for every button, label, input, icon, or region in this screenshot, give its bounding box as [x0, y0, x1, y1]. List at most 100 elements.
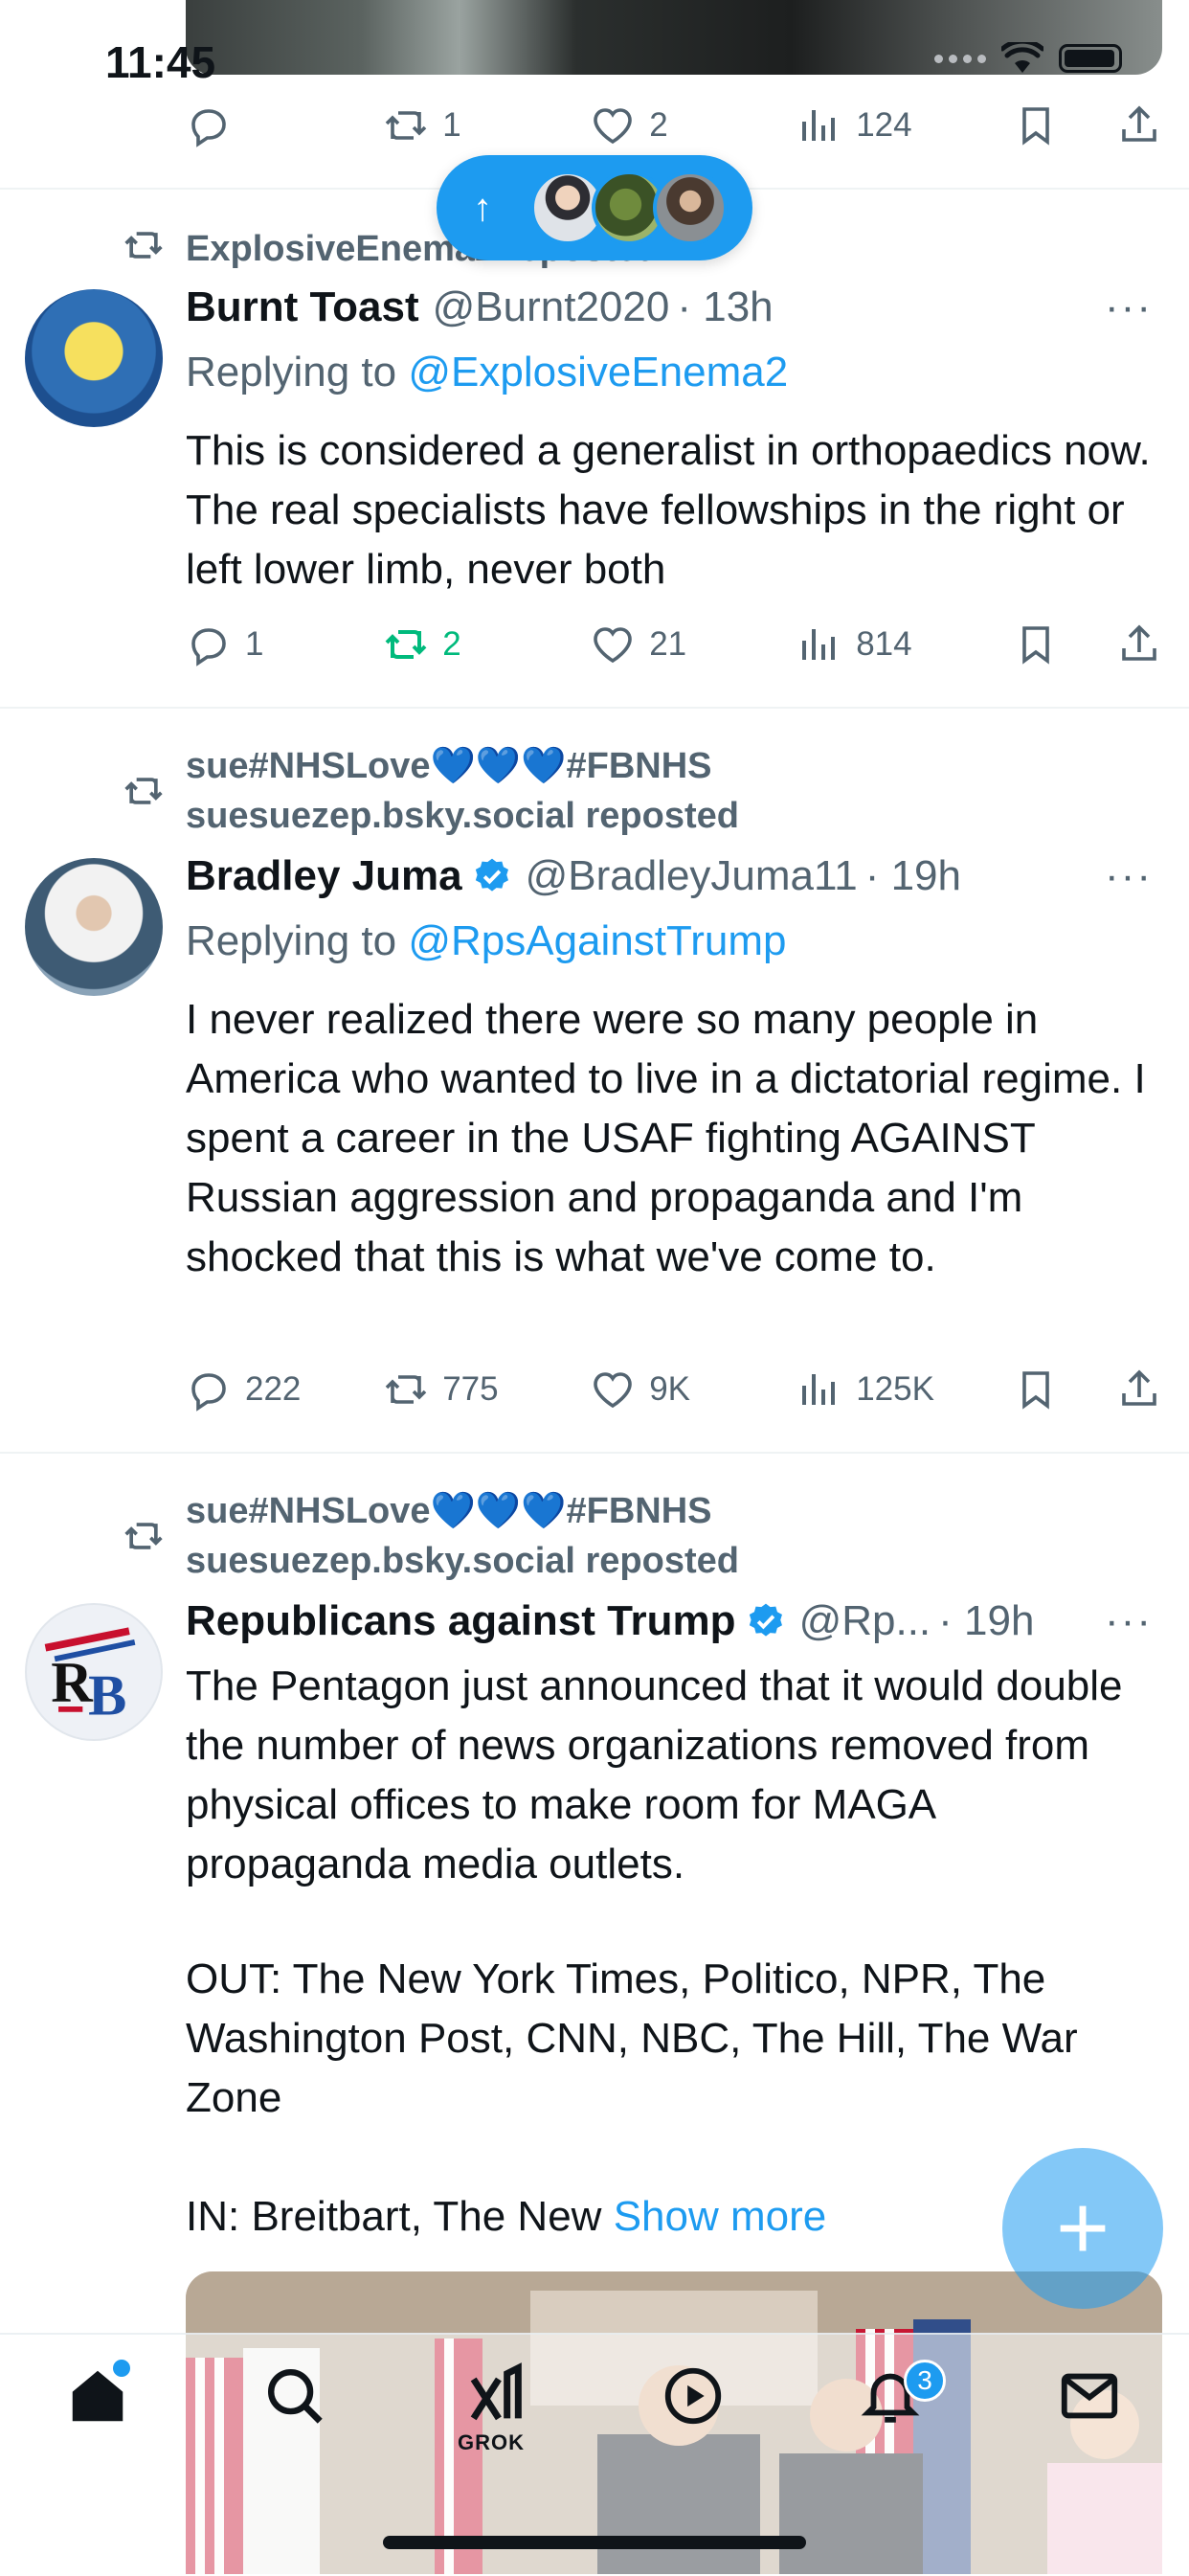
replying-to: Replying to @ExplosiveEnema2 [186, 349, 788, 396]
verified-icon [475, 858, 508, 892]
like-icon [594, 108, 632, 145]
retweet-icon [385, 111, 427, 140]
like-icon [594, 627, 632, 664]
avatar[interactable]: R B [25, 1603, 163, 1741]
tweet-actions: 222 775 9K 125K [186, 1366, 1162, 1413]
reposter-name: sue#NHSLove [186, 746, 431, 786]
reply-count: 1 [245, 625, 264, 663]
views-icon [802, 629, 836, 660]
display-name[interactable]: Bradley Juma [186, 852, 462, 900]
arrow-up-icon: ↑ [473, 186, 492, 229]
handle[interactable]: @Burnt2020 [433, 283, 670, 331]
retweet-count: 775 [442, 1370, 499, 1408]
share-button[interactable] [1116, 1367, 1162, 1412]
more-icon[interactable]: ··· [1105, 1597, 1153, 1645]
replying-to-link[interactable]: @ExplosiveEnema2 [408, 349, 788, 395]
timestamp: · 13h [677, 283, 774, 330]
retweet-icon [123, 770, 165, 822]
bookmark-icon [1022, 626, 1049, 665]
display-name[interactable]: Republicans against Trump [186, 1597, 736, 1645]
reply-count: 222 [245, 1370, 302, 1408]
repost-by: suesuezep.bsky.social reposted [186, 796, 739, 836]
signal-icon [934, 54, 986, 63]
reply-button[interactable]: 222 [186, 1367, 383, 1412]
verified-icon [749, 1603, 782, 1637]
notifications-badge: 3 [904, 2360, 946, 2402]
grok-label: GROK [458, 2430, 525, 2454]
svg-text:B: B [88, 1664, 126, 1729]
retweet-button[interactable]: 2 [383, 621, 590, 667]
retweet-count: 2 [442, 625, 461, 663]
wifi-icon [1001, 42, 1043, 73]
like-button[interactable]: 2 [590, 102, 796, 148]
like-button[interactable]: 21 [590, 621, 796, 667]
views-button[interactable]: 814 [796, 621, 1013, 667]
like-count: 9K [649, 1370, 690, 1408]
bookmark-button[interactable] [1013, 102, 1116, 148]
divider [0, 1452, 1189, 1454]
reply-button[interactable]: 1 [186, 621, 383, 667]
share-icon [1122, 105, 1156, 142]
retweet-icon [385, 630, 427, 659]
views-count: 124 [856, 106, 912, 144]
retweet-button[interactable]: 775 [383, 1367, 590, 1412]
timestamp: · 19h [938, 1597, 1035, 1644]
tab-video[interactable] [655, 2358, 731, 2434]
more-icon[interactable]: ··· [1105, 283, 1153, 331]
tweet-header: Bradley Juma @BradleyJuma11 · 19h [186, 852, 961, 900]
views-button[interactable]: 125K [796, 1367, 1013, 1412]
reply-icon [191, 109, 226, 147]
like-count: 21 [649, 625, 687, 663]
like-count: 2 [649, 106, 668, 144]
tab-grok[interactable] [458, 2358, 534, 2434]
avatar[interactable] [25, 289, 163, 427]
reposter-tag: #FBNHS [566, 746, 712, 786]
plus-icon: + [1055, 2177, 1110, 2279]
avatar[interactable] [25, 858, 163, 996]
bookmark-button[interactable] [1013, 621, 1116, 667]
tweet-header: Republicans against Trump @Rp... · 19h [186, 1597, 1034, 1645]
replying-to-link[interactable]: @RpsAgainstTrump [408, 917, 786, 964]
tab-messages[interactable] [1051, 2358, 1128, 2434]
reply-icon [191, 1373, 226, 1412]
repost-indicator[interactable]: sue#NHSLove💙💙💙#FBNHS suesuezep.bsky.soci… [123, 741, 739, 841]
reposter-tag: #FBNHS [566, 1491, 712, 1531]
reply-button[interactable] [186, 102, 383, 148]
tweet-text-paragraph: The Pentagon just announced that it woul… [186, 1662, 1134, 1887]
views-button[interactable]: 124 [796, 102, 1013, 148]
share-icon [1122, 624, 1156, 661]
like-icon [594, 1372, 632, 1409]
views-icon [802, 110, 836, 141]
like-button[interactable]: 9K [590, 1367, 796, 1412]
tab-search[interactable] [257, 2358, 333, 2434]
video-icon [664, 2367, 722, 2425]
home-indicator[interactable] [383, 2536, 806, 2549]
home-unread-dot [113, 2360, 130, 2377]
views-icon [802, 1374, 836, 1405]
tweet-actions: 1 2 124 [186, 102, 1162, 149]
replying-label: Replying to [186, 349, 409, 395]
bookmark-button[interactable] [1013, 1367, 1116, 1412]
replying-to: Replying to @RpsAgainstTrump [186, 917, 787, 965]
avatar [653, 170, 728, 245]
views-count: 814 [856, 625, 912, 663]
handle[interactable]: @BradleyJuma11 [526, 852, 858, 900]
show-more-link[interactable]: Show more [614, 2193, 827, 2240]
display-name[interactable]: Burnt Toast [186, 283, 419, 331]
compose-button[interactable]: + [1002, 2148, 1163, 2309]
battery-icon [1059, 44, 1122, 73]
share-button[interactable] [1116, 621, 1162, 667]
handle[interactable]: @Rp... [799, 1597, 931, 1645]
tweet-header: Burnt Toast @Burnt2020 · 13h [186, 283, 774, 331]
retweet-button[interactable]: 1 [383, 102, 590, 148]
heart-emojis: 💙💙💙 [430, 1491, 567, 1531]
more-icon[interactable]: ··· [1105, 852, 1153, 900]
repost-indicator[interactable]: sue#NHSLove💙💙💙#FBNHS suesuezep.bsky.soci… [123, 1486, 739, 1586]
grok-icon [470, 2362, 522, 2421]
replying-label: Replying to [186, 917, 409, 964]
reposter-name: sue#NHSLove [186, 1491, 431, 1531]
retweet-icon [123, 1515, 165, 1567]
share-button[interactable] [1116, 102, 1162, 148]
divider [0, 707, 1189, 709]
new-posts-pill[interactable]: ↑ [437, 155, 752, 260]
